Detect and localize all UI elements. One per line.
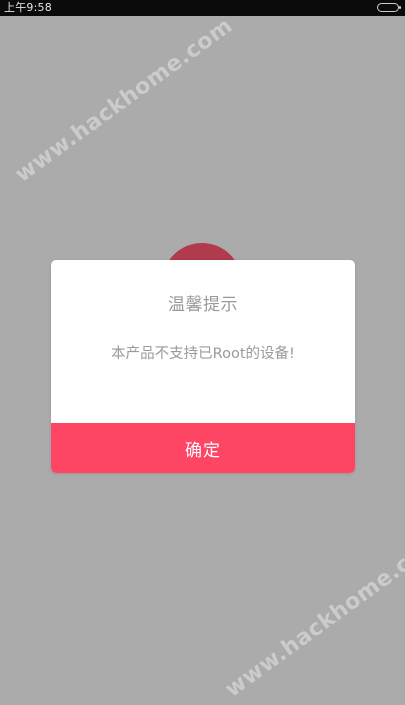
- dialog-message: 本产品不支持已Root的设备!: [111, 346, 295, 362]
- dialog-title: 温馨提示: [168, 295, 238, 315]
- watermark-top: www.hackhome.com: [10, 13, 238, 188]
- alert-dialog: 温馨提示 本产品不支持已Root的设备! 确定: [51, 260, 355, 473]
- battery-icon: [377, 3, 401, 12]
- confirm-button[interactable]: 确定: [51, 423, 355, 473]
- status-time: 上午9:58: [4, 1, 52, 14]
- status-bar: 上午9:58: [0, 0, 405, 16]
- watermark-bottom: www.hackhome.com: [220, 528, 405, 703]
